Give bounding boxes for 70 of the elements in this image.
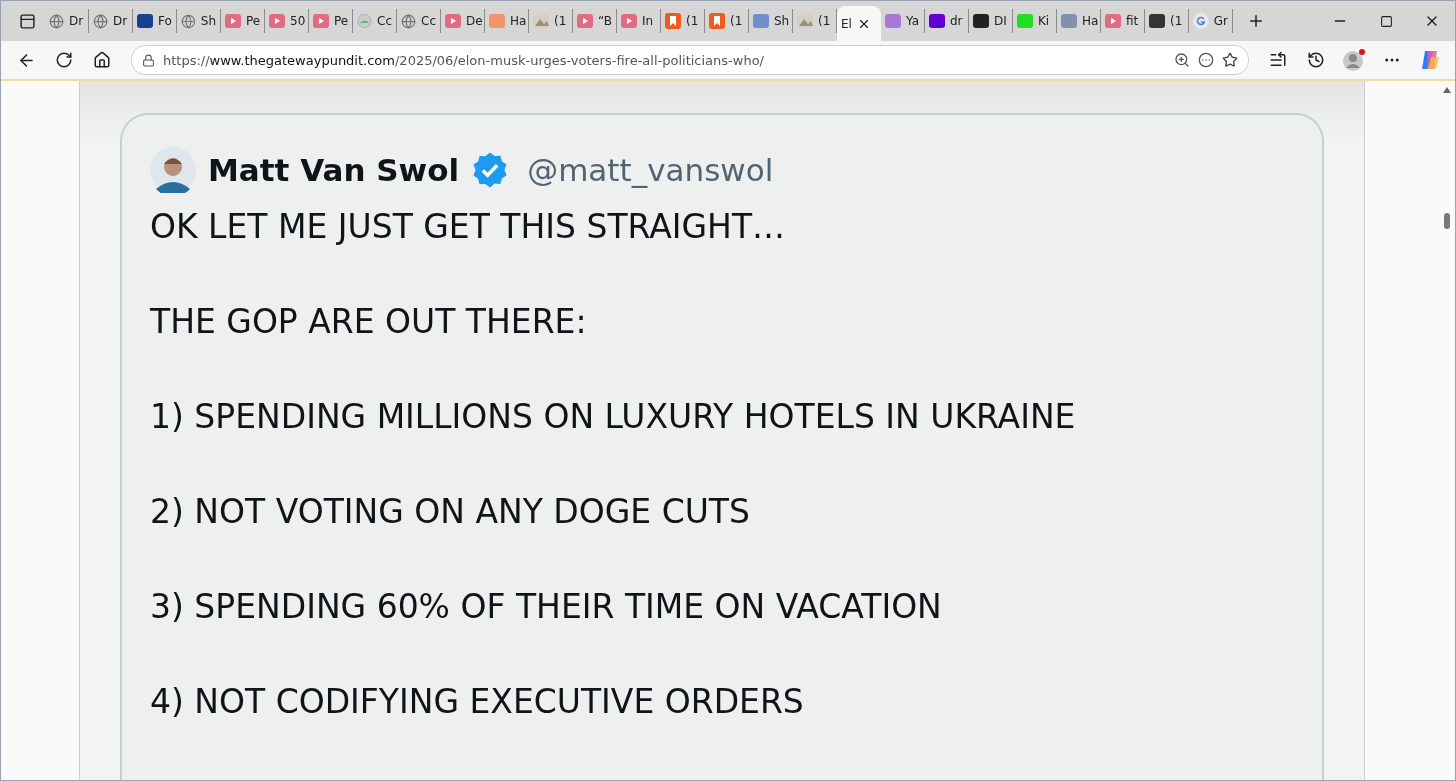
browser-tab[interactable]: Sh	[177, 9, 221, 33]
play-icon	[269, 14, 285, 28]
browser-tab[interactable]: “B	[573, 9, 617, 33]
bookmark-icon	[665, 13, 681, 29]
browser-tab[interactable]: dr	[925, 9, 969, 33]
avatar	[150, 147, 196, 193]
profile-icon[interactable]	[1342, 48, 1366, 72]
browser-tab[interactable]: El	[837, 6, 881, 42]
favorite-star-icon[interactable]	[1222, 52, 1238, 68]
browser-tab[interactable]: DI	[969, 9, 1013, 33]
tweet-text: 2) NOT VOTING ON ANY DOGE CUTS	[150, 491, 751, 533]
browser-tab[interactable]: (1	[529, 9, 573, 33]
refresh-icon[interactable]	[55, 51, 73, 69]
browser-tab[interactable]: (1	[793, 9, 837, 33]
browser-tab[interactable]: De	[441, 9, 485, 33]
play-icon	[577, 14, 593, 28]
tab-actions-icon[interactable]	[18, 12, 36, 30]
scroll-up-icon[interactable]	[1443, 87, 1451, 93]
browser-tab[interactable]: (1	[1145, 9, 1189, 33]
scrollbar-thumb[interactable]	[1444, 213, 1450, 229]
play-icon	[313, 14, 329, 28]
browser-tab[interactable]: In	[617, 9, 661, 33]
image-icon	[533, 14, 549, 28]
new-tab-icon[interactable]	[1247, 12, 1265, 30]
browser-tab[interactable]: Pe	[221, 9, 265, 33]
seal-icon	[357, 13, 372, 29]
browser-tab[interactable]: Ha	[1057, 9, 1101, 33]
globe-icon	[93, 13, 108, 29]
globe-icon	[181, 13, 196, 29]
browser-tab[interactable]: Pe	[309, 9, 353, 33]
browser-tab[interactable]: Dr	[45, 9, 89, 33]
lock-icon	[142, 53, 155, 67]
bookmark-icon	[709, 13, 725, 29]
author-handle: @matt_vanswol	[527, 152, 774, 188]
browser-tab[interactable]: (1	[705, 9, 749, 33]
browser-tab[interactable]: (1	[661, 9, 705, 33]
globe-icon	[49, 13, 64, 29]
play-icon	[1105, 14, 1121, 28]
browser-tab[interactable]: 50	[265, 9, 309, 33]
play-icon	[621, 14, 637, 28]
browser-tab[interactable]: Cc	[353, 9, 397, 33]
globe-icon	[401, 13, 416, 29]
tweet-text: 1) SPENDING MILLIONS ON LUXURY HOTELS IN UKRAINE	[150, 396, 1077, 438]
browser-tab[interactable]: fit	[1101, 9, 1145, 33]
more-icon[interactable]	[1198, 52, 1214, 68]
play-icon	[445, 14, 461, 28]
zoom-icon[interactable]	[1174, 52, 1190, 68]
tweet-text: THE GOP ARE OUT THERE:	[150, 301, 588, 343]
history-icon[interactable]	[1307, 51, 1325, 69]
browser-tab[interactable]: Fo	[133, 9, 177, 33]
url-text: https://www.thegatewaypundit.com/2025/06/elon-musk-urges-voters-fire-all-politicians-who/	[163, 52, 765, 68]
browser-tab[interactable]: Ki	[1013, 9, 1057, 33]
browser-tab[interactable]: Sh	[749, 9, 793, 33]
copilot-icon[interactable]	[1419, 49, 1441, 71]
browser-tab[interactable]: Dr	[89, 9, 133, 33]
address-bar[interactable]: https://www.thegatewaypundit.com/2025/06/elon-musk-urges-voters-fire-all-politicians-who/	[131, 45, 1249, 75]
tweet-text: 4) NOT CODIFYING EXECUTIVE ORDERS	[150, 681, 805, 723]
play-icon	[225, 14, 241, 28]
home-icon[interactable]	[93, 51, 111, 69]
browser-tab[interactable]: Ya	[881, 9, 925, 33]
browser-tab[interactable]: Gr	[1189, 9, 1233, 33]
browser-tab[interactable]: Cc	[397, 9, 441, 33]
favorites-icon[interactable]	[1269, 51, 1287, 69]
image-icon	[797, 14, 813, 28]
maximize-icon[interactable]	[1379, 14, 1393, 28]
author-name: Matt Van Swol	[208, 152, 460, 188]
tweet-text: OK LET ME JUST GET THIS STRAIGHT…	[150, 206, 787, 248]
google-icon	[1193, 13, 1209, 29]
browser-tab[interactable]: Ha	[485, 9, 529, 33]
tweet-text: 3) SPENDING 60% OF THEIR TIME ON VACATION	[150, 586, 943, 628]
